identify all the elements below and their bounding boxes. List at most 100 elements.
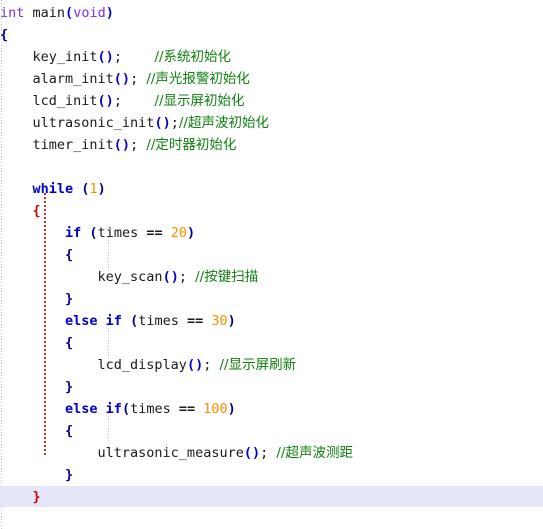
code-token: 100 (203, 401, 228, 417)
code-token: { (65, 423, 74, 439)
code-token: ( (121, 401, 131, 417)
code-line[interactable]: while (1) (0, 178, 543, 200)
code-token: ( (65, 5, 74, 21)
code-token: ; (113, 49, 155, 65)
code-token: } (65, 379, 74, 395)
code-token: ; (170, 115, 179, 131)
code-token: () (97, 93, 114, 109)
code-token: //声光报警初始化 (146, 71, 250, 87)
code-token: times (138, 313, 187, 329)
code-token: if (65, 225, 82, 241)
code-token: key_init (0, 49, 98, 65)
code-token: //定时器初始化 (146, 137, 237, 153)
code-line[interactable] (0, 508, 543, 529)
code-line[interactable]: alarm_init(); //声光报警初始化 (0, 68, 543, 90)
code-token: //显示屏初始化 (154, 93, 245, 109)
code-token: int (0, 5, 25, 21)
code-token: times (97, 225, 147, 241)
code-line[interactable]: else if(times == 100) (0, 398, 543, 420)
code-line[interactable]: timer_init(); //定时器初始化 (0, 134, 543, 156)
code-token: 1 (89, 181, 98, 197)
code-token: } (32, 489, 41, 505)
code-token: ultrasonic_init (0, 115, 155, 131)
code-token: () (243, 445, 261, 461)
code-line[interactable]: } (0, 376, 543, 398)
code-token: () (162, 269, 179, 285)
code-line[interactable]: ultrasonic_init();//超声波初始化 (0, 112, 543, 134)
code-line[interactable]: { (0, 244, 543, 266)
code-line-current[interactable]: } (0, 486, 543, 508)
code-line[interactable]: lcd_init(); //显示屏初始化 (0, 90, 543, 112)
code-token: main (32, 5, 66, 21)
code-token: () (186, 357, 204, 373)
code-line[interactable]: if (times == 20) (0, 222, 543, 244)
code-line[interactable]: { (0, 24, 543, 46)
code-token: { (65, 335, 74, 351)
code-token: } (65, 291, 74, 307)
code-content[interactable]: int main(void){ key_init(); //系统初始化 alar… (0, 0, 543, 529)
code-token: == (146, 225, 163, 241)
code-token: ) (105, 5, 114, 21)
code-token: else if (65, 313, 122, 329)
code-line[interactable]: { (0, 420, 543, 442)
code-token: 20 (170, 225, 188, 241)
code-token: ) (227, 401, 236, 417)
code-token: ) (97, 181, 106, 197)
code-token: () (154, 115, 171, 131)
code-token: () (113, 137, 131, 153)
code-token: //超声波初始化 (178, 115, 269, 131)
code-token: key_scan (0, 269, 163, 285)
code-token: lcd_init (0, 93, 98, 109)
code-token: ; (130, 137, 147, 153)
code-token: == (178, 401, 196, 417)
code-line[interactable]: ultrasonic_measure(); //超声波测距 (0, 442, 543, 464)
code-line[interactable]: key_init(); //系统初始化 (0, 46, 543, 68)
code-token: else if (65, 401, 122, 417)
code-token: times (130, 401, 179, 417)
code-token: ; (178, 269, 196, 285)
code-token: ) (187, 225, 196, 241)
code-token: ( (121, 313, 139, 329)
code-line[interactable]: key_scan(); //按键扫描 (0, 266, 543, 288)
code-token: ; (113, 93, 155, 109)
code-token: ( (81, 225, 98, 241)
code-token: { (0, 27, 9, 43)
code-token: ) (227, 313, 236, 329)
code-token: //显示屏刷新 (219, 357, 297, 373)
code-token: lcd_display (0, 357, 187, 373)
code-token: () (113, 71, 131, 87)
code-line[interactable]: { (0, 200, 543, 222)
code-token: 30 (211, 313, 228, 329)
code-token: == (186, 313, 204, 329)
code-token: ; (260, 445, 277, 461)
code-token: { (32, 203, 41, 219)
code-editor[interactable]: int main(void){ key_init(); //系统初始化 alar… (0, 0, 543, 529)
code-token: ; (203, 357, 220, 373)
code-line[interactable]: lcd_display(); //显示屏刷新 (0, 354, 543, 376)
code-line[interactable]: int main(void) (0, 2, 543, 24)
code-token: //超声波测距 (276, 445, 353, 461)
code-token: //系统初始化 (154, 49, 232, 65)
code-line[interactable]: { (0, 332, 543, 354)
code-token: while (32, 181, 74, 197)
code-line[interactable]: else if (times == 30) (0, 310, 543, 332)
code-token: ( (73, 181, 90, 197)
code-line[interactable] (0, 156, 543, 178)
code-line[interactable]: } (0, 288, 543, 310)
code-token: } (65, 467, 74, 483)
code-line[interactable]: } (0, 464, 543, 486)
code-token: ; (130, 71, 147, 87)
code-token: ultrasonic_measure (0, 445, 244, 461)
code-token: void (73, 5, 106, 21)
